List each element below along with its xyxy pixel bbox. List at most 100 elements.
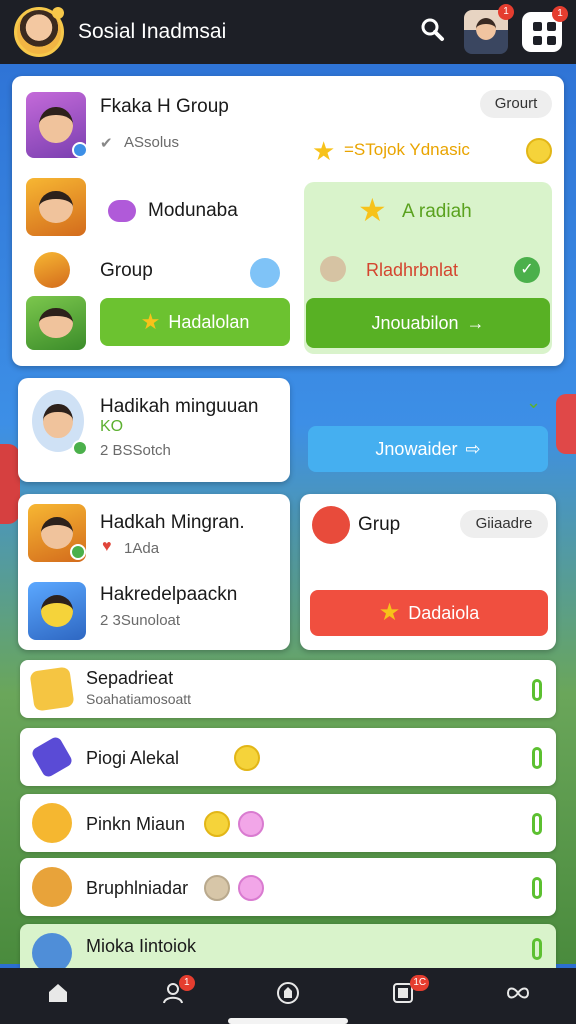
member-avatar[interactable] (28, 582, 86, 640)
coin-icon (234, 745, 260, 771)
row-title: Bruphlniadar (86, 878, 189, 898)
apps-menu-button[interactable]: 1 (522, 6, 568, 52)
character-icon (32, 867, 72, 907)
game-thumbnail[interactable] (26, 296, 86, 350)
row-title: Mioka Iintoiok (86, 936, 197, 956)
background-decoration (556, 394, 576, 454)
invite-button[interactable]: Jnowaider ⇨ (308, 426, 548, 472)
online-badge (70, 544, 86, 560)
item-label: Modunaba (148, 200, 238, 221)
group-pill-button[interactable]: Grourt (480, 90, 552, 118)
chevron-down-icon[interactable]: ⌄ (526, 392, 541, 413)
row-title: Pinkn Miaun (86, 814, 186, 834)
friend-avatar-button[interactable]: 1 (464, 4, 514, 54)
pink-coin-icon (238, 875, 264, 901)
profile-icon[interactable]: 1 (151, 974, 195, 1012)
row-title: Piogi Alekal (86, 748, 180, 768)
group-title: Fkaka H Group (100, 96, 229, 117)
star-icon: ★ (140, 309, 161, 334)
reward-action-button[interactable]: Jnouabilon → (306, 298, 550, 348)
group-subtitle: ASsolus (124, 134, 180, 151)
home-indicator (228, 1018, 348, 1024)
member-name: Hakredelpaackn (100, 584, 238, 605)
list-item[interactable]: Piogi Alekal (20, 728, 556, 786)
toggle-switch[interactable] (532, 747, 542, 769)
shield-icon[interactable] (266, 981, 310, 1012)
avatar-face (43, 403, 73, 439)
home-icon[interactable] (36, 981, 80, 1012)
arrow-right-icon: → (466, 312, 485, 333)
toggle-switch[interactable] (532, 938, 542, 960)
pet-icon (204, 875, 230, 901)
members-card: Hadkah Mingran. ♥ 1Ada Hakredelpaackn 2 … (18, 494, 290, 650)
join-button[interactable]: ★ Dadaiola (310, 590, 548, 636)
inbox-icon[interactable]: 1C (381, 974, 430, 1012)
avatar-face (39, 190, 73, 224)
item-label: Group (100, 260, 153, 281)
background-decoration (0, 444, 20, 524)
grid-dot (533, 36, 542, 45)
avatar-face (39, 106, 73, 144)
toggle-switch[interactable] (532, 877, 542, 899)
reward-subtitle: Rladhrbnlat (366, 260, 459, 280)
online-badge (72, 440, 88, 456)
monster-icon (108, 200, 136, 222)
reward-title: A radiah (402, 201, 472, 222)
arrow-right-icon: ⇨ (465, 438, 481, 459)
search-icon[interactable] (412, 16, 452, 49)
infinity-icon[interactable] (496, 981, 540, 1012)
row-title: Sepadrieat (86, 668, 174, 688)
star-icon: ★ (358, 192, 387, 228)
toggle-switch[interactable] (532, 813, 542, 835)
button-label: Dadaiola (408, 602, 480, 623)
friend-subtitle: 2 BSSotch (100, 442, 171, 459)
avatar-face (39, 307, 73, 339)
friend-name-line2: KO (100, 418, 124, 435)
list-item[interactable]: Sepadrieat Soahatiamosoatt (20, 660, 556, 718)
list-item[interactable]: Pinkn Miaun (20, 794, 556, 852)
group-card: Fkaka H Group ✔ ASsolus Grourt ★ =STojok… (12, 76, 564, 366)
character-icon (34, 252, 70, 288)
highlight-text: =STojok Ydnasic (344, 140, 470, 159)
friend-card: Hadikah minguuan KO 2 BSSotch (18, 378, 290, 482)
row-subtitle: Soahatiamosoatt (86, 691, 192, 707)
group-icon (312, 506, 350, 544)
goat-icon (320, 256, 346, 282)
smiley-icon (526, 138, 552, 164)
coin-icon (204, 811, 230, 837)
avatar-face (40, 516, 74, 550)
grid-dot (547, 36, 556, 45)
rocket-icon (30, 735, 74, 779)
avatar-face (40, 594, 74, 628)
heart-icon: ♥ (102, 538, 112, 555)
list-item[interactable]: Mioka Iintoiok (20, 924, 556, 973)
toggle-switch[interactable] (532, 679, 542, 701)
grid-dot (547, 22, 556, 31)
game-thumbnail[interactable] (26, 178, 86, 236)
button-label: Jnouabilon (371, 312, 459, 333)
friend-name: Hadikah minguuan (100, 396, 259, 417)
avatar-face (476, 18, 496, 40)
list-item[interactable]: Bruphlniadar (20, 858, 556, 916)
gift-icon (29, 666, 75, 712)
bottom-nav: 1 1C (0, 968, 576, 1024)
member-sub: 1Ada (124, 540, 160, 557)
group-name: Grup (358, 514, 401, 535)
notification-badge: 1 (498, 4, 514, 20)
group-action-button[interactable]: ★ Hadalolan (100, 298, 290, 346)
member-name: Hadkah Mingran. (100, 512, 245, 533)
checklist-icon: ✔ (100, 135, 113, 152)
button-label: Hadalolan (168, 311, 250, 332)
verified-badge (72, 142, 88, 158)
profile-avatar[interactable] (14, 7, 64, 57)
status-dot (52, 7, 64, 19)
bird-icon[interactable] (250, 258, 280, 288)
grid-dot (533, 22, 542, 31)
check-icon: ✓ (514, 257, 540, 283)
notification-badge: 1 (178, 974, 195, 991)
star-icon: ★ (312, 136, 336, 166)
group-pill-button[interactable]: Giiaadre (460, 510, 548, 538)
pink-coin-icon (238, 811, 264, 837)
star-icon: ★ (378, 599, 401, 626)
group-invite-card: Grup Giiaadre ★ Dadaiola (300, 494, 556, 650)
